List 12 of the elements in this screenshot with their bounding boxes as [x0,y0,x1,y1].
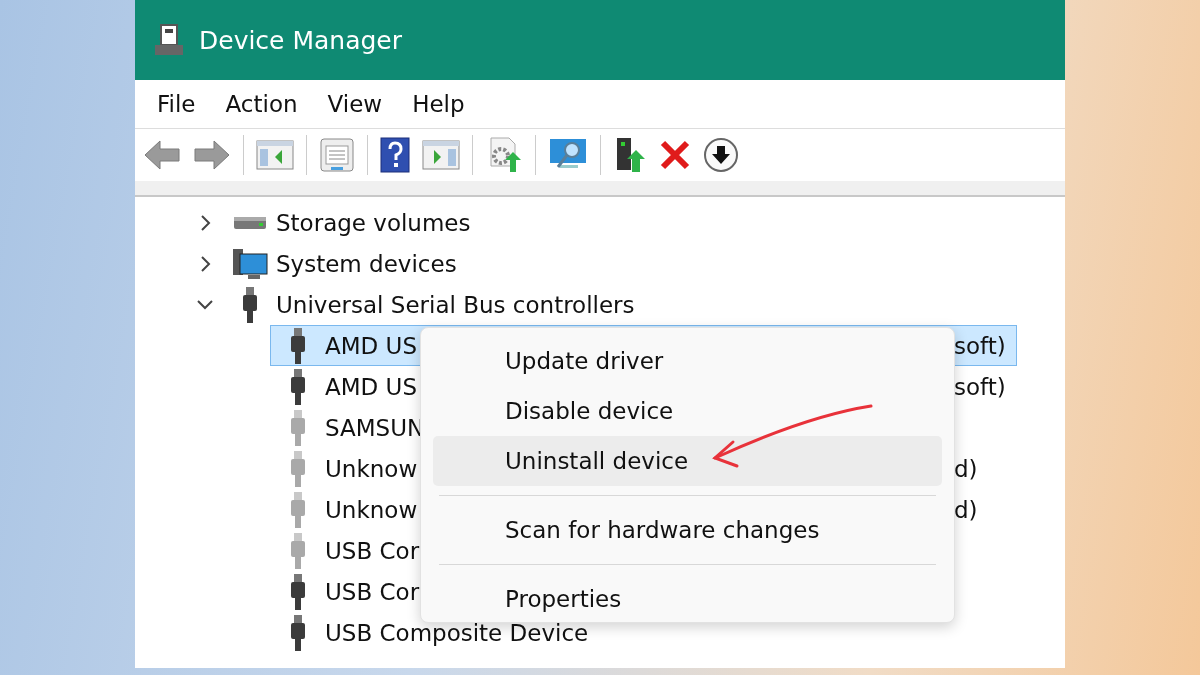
device-name: USB Cor [325,578,420,605]
device-name: soft) [954,332,1007,359]
device-name: Unknow [325,496,418,523]
device-name: d) [954,496,979,523]
device-name: AMD US [325,373,418,400]
device-name: AMD US [325,332,418,359]
device-name: soft) [954,373,1007,400]
device-name: Unknow [325,455,418,482]
device-name: d) [954,455,979,482]
device-name: USB Composite Device [325,619,589,646]
device-name: USB Cor [325,537,420,564]
window-title: Device Manager [199,25,403,55]
